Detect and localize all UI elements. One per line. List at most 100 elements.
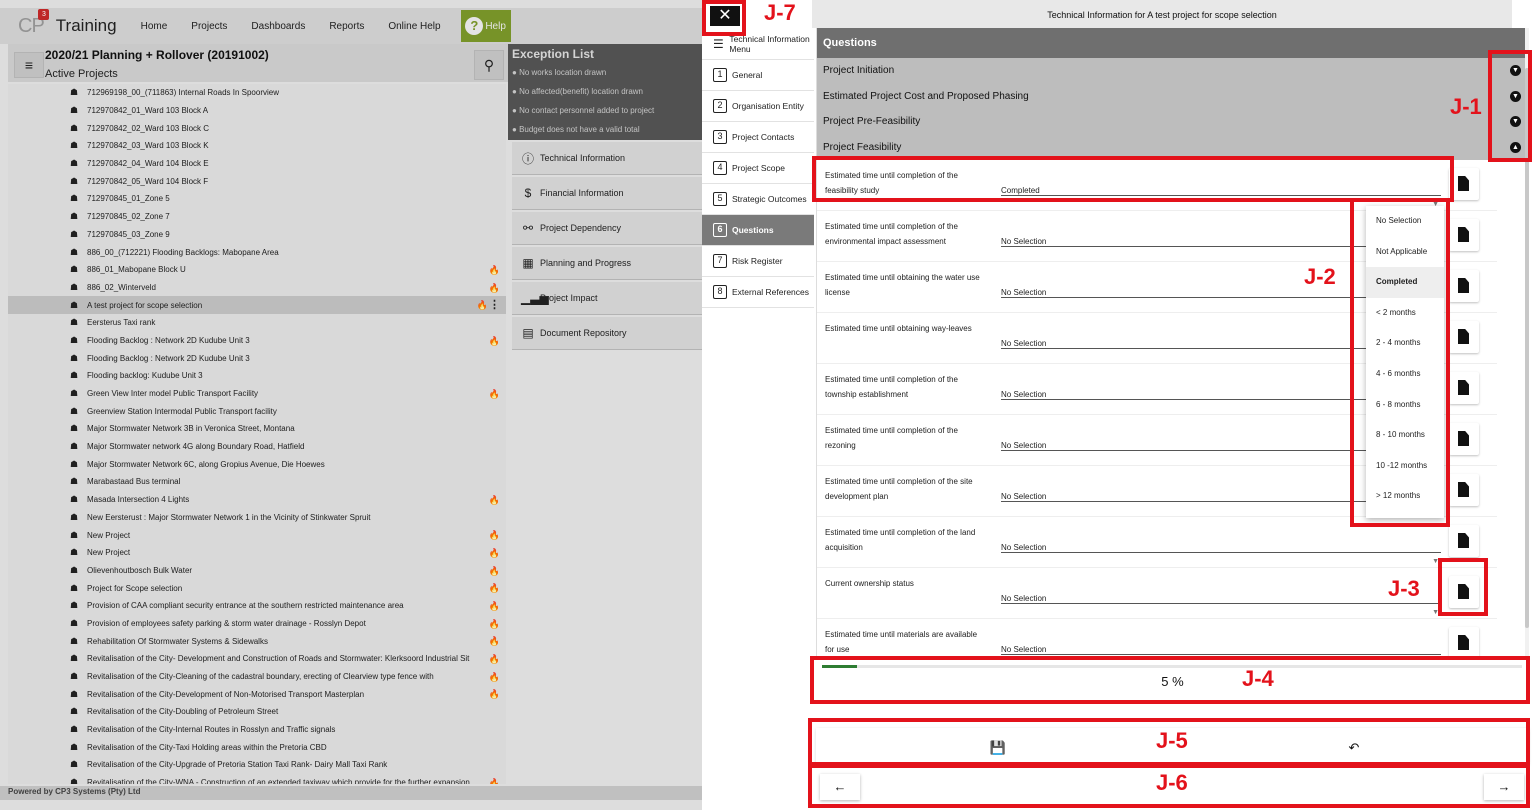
side-menu-item[interactable]: 6 Questions: [702, 215, 814, 246]
project-row[interactable]: ☗ Revitalisation of the City-Development …: [8, 685, 506, 703]
side-menu-item[interactable]: 3 Project Contacts: [702, 122, 814, 153]
project-row[interactable]: ☗ Revitalisation of the City-Doubling of …: [8, 703, 506, 721]
attach-document-button[interactable]: [1449, 525, 1479, 557]
nav-home[interactable]: Home: [141, 21, 168, 32]
menu-planning-and-progress[interactable]: ▦ Planning and Progress: [512, 247, 702, 280]
project-row[interactable]: ☗ 886_02_Winterveld 🔥: [8, 279, 506, 297]
section-label: Project Pre-Feasibility: [823, 116, 921, 127]
project-row[interactable]: ☗ Revitalisation of the City- Development…: [8, 650, 506, 668]
answer-select[interactable]: No Selection▼: [1001, 635, 1441, 655]
side-menu-item[interactable]: 4 Project Scope: [702, 153, 814, 184]
menu-project-dependency[interactable]: ⚯ Project Dependency: [512, 212, 702, 245]
project-row[interactable]: ☗ Major Stormwater Network 3B in Veronica…: [8, 420, 506, 438]
project-row[interactable]: ☗ Project for Scope selection 🔥: [8, 579, 506, 597]
attach-document-button[interactable]: [1449, 423, 1479, 455]
project-row[interactable]: ☗ Flooding backlog: Kudube Unit 3: [8, 367, 506, 385]
answer-select[interactable]: No Selection▼: [1001, 533, 1441, 565]
project-row[interactable]: ☗ 886_01_Mabopane Block U 🔥: [8, 261, 506, 279]
project-row[interactable]: ☗ Revitalisation of the City-WNA - Constr…: [8, 774, 506, 784]
project-detail-menu: ⓘ Technical Information $ Financial Inform…: [512, 142, 702, 352]
attach-document-button[interactable]: [1449, 270, 1479, 302]
project-row[interactable]: ☗ 712970842_02_Ward 103 Block C: [8, 119, 506, 137]
project-row[interactable]: ☗ Marabastaad Bus terminal: [8, 473, 506, 491]
attach-document-button[interactable]: [1449, 219, 1479, 251]
project-row[interactable]: ☗ Provision of employees safety parking &…: [8, 615, 506, 633]
nav-dashboards[interactable]: Dashboards: [251, 21, 305, 32]
project-type-icon: ☗: [70, 370, 79, 381]
project-row[interactable]: ☗ Eersterus Taxi rank: [8, 314, 506, 332]
menu-document-repository[interactable]: ▤ Document Repository: [512, 317, 702, 350]
project-row[interactable]: ☗ 712970845_03_Zone 9: [8, 226, 506, 244]
project-row[interactable]: ☗ 712969198_00_(711863) Internal Roads In…: [8, 84, 506, 102]
side-menu-item[interactable]: 2 Organisation Entity: [702, 91, 814, 122]
project-row[interactable]: ☗ Revitalisation of the City-Taxi Holding…: [8, 738, 506, 756]
project-row[interactable]: ☗ 712970845_01_Zone 5: [8, 190, 506, 208]
side-menu-item[interactable]: 7 Risk Register: [702, 246, 814, 277]
filter-icon[interactable]: ≡: [14, 52, 44, 78]
project-row[interactable]: ☗ 712970842_03_Ward 103 Block K: [8, 137, 506, 155]
project-row[interactable]: ☗ Major Stormwater network 4G along Bound…: [8, 438, 506, 456]
attach-document-button[interactable]: [1449, 321, 1479, 353]
menu-project-impact[interactable]: ▁▃▅ Project Impact: [512, 282, 702, 315]
project-type-icon: ☗: [70, 458, 79, 469]
question-label: Current ownership status: [825, 579, 914, 588]
nav-reports[interactable]: Reports: [329, 21, 364, 32]
project-row[interactable]: ☗ Revitalisation of the City-Cleaning of …: [8, 668, 506, 686]
project-row[interactable]: ☗ Revitalisation of the City-Internal Rou…: [8, 721, 506, 739]
section-row[interactable]: Estimated Project Cost and Proposed Phas…: [817, 83, 1529, 109]
project-type-icon: ☗: [70, 529, 79, 540]
menu-technical-information[interactable]: ⓘ Technical Information: [512, 142, 702, 175]
project-row[interactable]: ☗ Olievenhoutbosch Bulk Water 🔥: [8, 562, 506, 580]
project-type-icon: ☗: [70, 211, 79, 222]
project-type-icon: ☗: [70, 688, 79, 699]
search-icon[interactable]: ⚲: [474, 50, 504, 80]
project-row[interactable]: ☗ 712970845_02_Zone 7: [8, 208, 506, 226]
annotation-box-j3: [1438, 558, 1488, 616]
project-type-icon: ☗: [70, 476, 79, 487]
project-type-icon: ☗: [70, 317, 79, 328]
project-row[interactable]: ☗ Flooding Backlog : Network 2D Kudube Un…: [8, 349, 506, 367]
project-row[interactable]: ☗ Masada Intersection 4 Lights 🔥: [8, 491, 506, 509]
project-row[interactable]: ☗ 712970842_01_Ward 103 Block A: [8, 102, 506, 120]
project-name: 712970842_04_Ward 104 Block E: [87, 159, 209, 169]
annotation-label-j5: J-5: [1156, 728, 1188, 753]
project-row[interactable]: ☗ 886_00_(712221) Flooding Backlogs: Mabo…: [8, 243, 506, 261]
attach-document-button[interactable]: [1449, 372, 1479, 404]
project-row[interactable]: ☗ 712970842_04_Ward 104 Block E: [8, 155, 506, 173]
project-type-icon: ☗: [70, 741, 79, 752]
annotation-box-j2-options: [1350, 198, 1450, 527]
project-row[interactable]: ☗ New Eersterust : Major Stormwater Netwo…: [8, 509, 506, 527]
project-row[interactable]: ☗ A test project for scope selection 🔥 ⋮: [8, 296, 506, 314]
project-type-icon: ☗: [70, 405, 79, 416]
nav-projects[interactable]: Projects: [191, 21, 227, 32]
project-row[interactable]: ☗ New Project 🔥: [8, 544, 506, 562]
flame-icon: 🔥: [488, 777, 500, 784]
project-row[interactable]: ☗ Major Stormwater Network 6C, along Grop…: [8, 455, 506, 473]
project-row[interactable]: ☗ Greenview Station Intermodal Public Tra…: [8, 402, 506, 420]
project-row[interactable]: ☗ New Project 🔥: [8, 526, 506, 544]
side-menu-item[interactable]: 5 Strategic Outcomes: [702, 184, 814, 215]
project-row[interactable]: ☗ Green View Inter model Public Transport…: [8, 385, 506, 403]
question-label: Estimated time until completion of the r…: [825, 426, 958, 450]
side-menu-item[interactable]: 1 General: [702, 60, 814, 91]
flame-icon: 🔥: [488, 636, 500, 647]
project-row[interactable]: ☗ Flooding Backlog : Network 2D Kudube Un…: [8, 332, 506, 350]
project-row[interactable]: ☗ Provision of CAA compliant security ent…: [8, 597, 506, 615]
answer-value: No Selection: [1001, 645, 1047, 654]
nav-online-help[interactable]: Online Help: [388, 21, 440, 32]
more-options-icon[interactable]: ⋮: [489, 298, 500, 311]
project-row[interactable]: ☗ 712970842_05_Ward 104 Block F: [8, 172, 506, 190]
project-row[interactable]: ☗ Rehabilitation Of Stormwater Systems & …: [8, 632, 506, 650]
project-row[interactable]: ☗ Revitalisation of the City-Upgrade of P…: [8, 756, 506, 774]
answer-select[interactable]: No Selection▼: [1001, 584, 1441, 616]
menu-financial-information[interactable]: $ Financial Information: [512, 177, 702, 210]
answer-value: No Selection: [1001, 237, 1047, 246]
side-menu-item[interactable]: 8 External References: [702, 277, 814, 308]
project-name: New Project: [87, 548, 131, 558]
attach-document-button[interactable]: [1449, 474, 1479, 506]
attach-document-button[interactable]: [1449, 627, 1479, 656]
project-name: Provision of employees safety parking & …: [87, 618, 366, 628]
section-row[interactable]: Project Initiation ▼: [817, 58, 1529, 84]
section-row[interactable]: Project Pre-Feasibility ▼: [817, 109, 1529, 135]
help-button[interactable]: ? Help: [460, 10, 511, 42]
